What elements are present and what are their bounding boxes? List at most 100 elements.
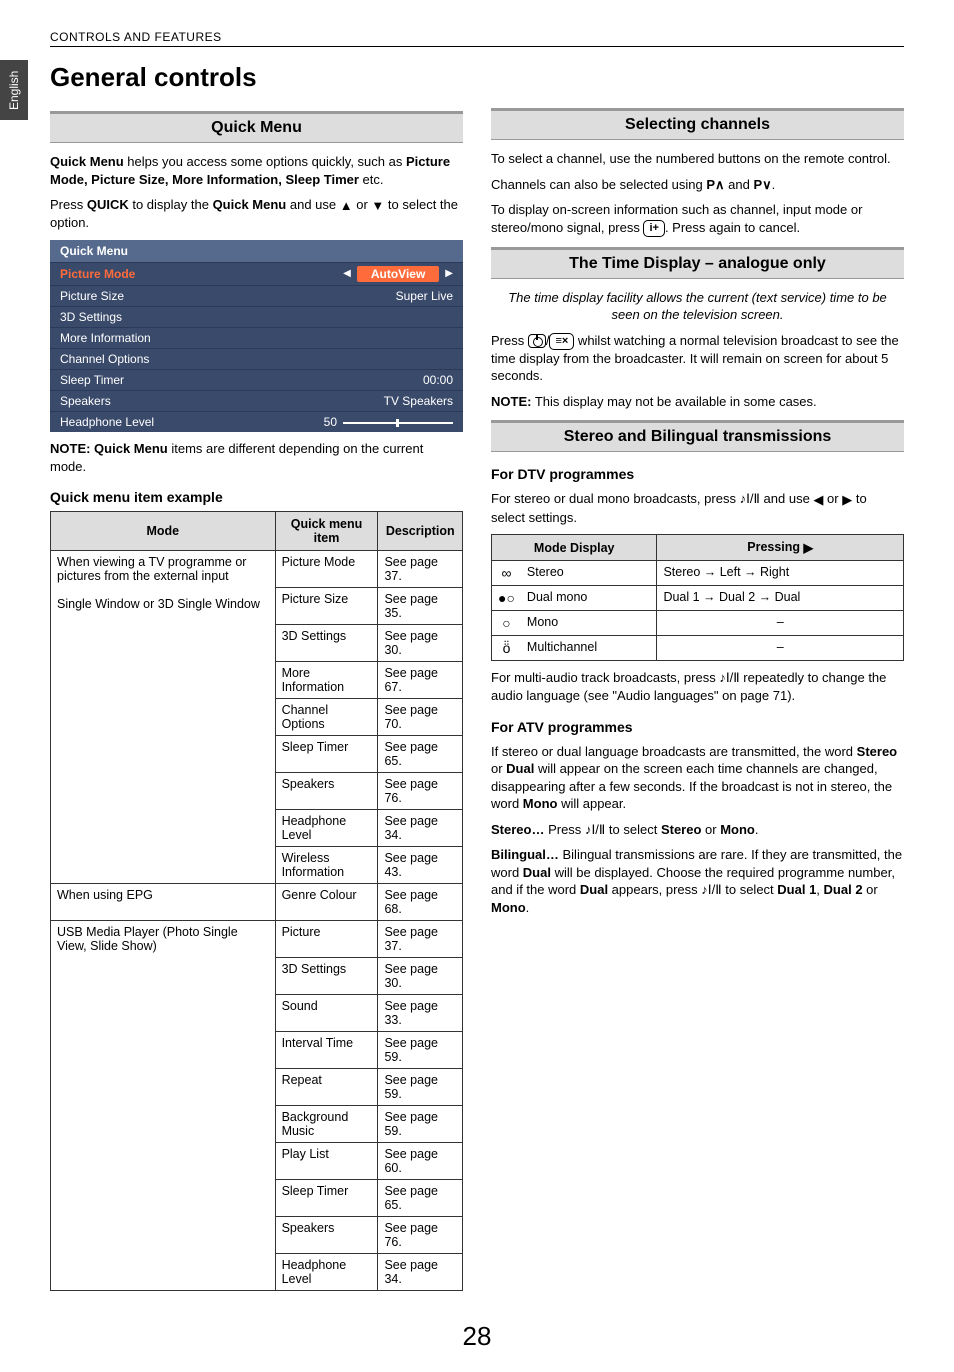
text: QUICK xyxy=(87,197,129,212)
text: Pressing xyxy=(747,540,800,554)
text: appears, press xyxy=(608,882,701,897)
osd-row-label: More Information xyxy=(60,331,151,345)
osd-row: Channel Options xyxy=(50,348,463,369)
section-time-display: The Time Display – analogue only xyxy=(491,247,904,279)
osd-row-label: Speakers xyxy=(60,394,111,408)
section-stereo-bilingual: Stereo and Bilingual transmissions xyxy=(491,420,904,452)
text: Mono xyxy=(523,796,558,811)
text: This display may not be available in som… xyxy=(531,394,816,409)
quick-menu-example-title: Quick menu item example xyxy=(50,489,463,505)
language-tab: English xyxy=(0,60,28,120)
osd-row: 3D Settings xyxy=(50,306,463,327)
desc-cell: See page 68. xyxy=(378,884,463,921)
section-selecting-channels: Selecting channels xyxy=(491,108,904,140)
dtv-heading: For DTV programmes xyxy=(491,466,904,482)
osd-header: Quick Menu xyxy=(50,240,463,262)
osd-row-value: ◀AutoView▶ xyxy=(343,266,453,282)
desc-cell: See page 59. xyxy=(378,1069,463,1106)
atv-p1: If stereo or dual language broadcasts ar… xyxy=(491,743,904,813)
table-row: ●○Dual monoDual 1 → Dual 2 → Dual xyxy=(492,586,904,611)
item-cell: Background Music xyxy=(275,1106,378,1143)
text: Bilingual… xyxy=(491,847,559,862)
text: NOTE: Quick Menu xyxy=(50,441,168,456)
desc-cell: See page 35. xyxy=(378,588,463,625)
item-cell: Interval Time xyxy=(275,1032,378,1069)
text: etc. xyxy=(359,172,384,187)
pressing-cell: Dual 1 → Dual 2 → Dual xyxy=(657,586,904,611)
desc-cell: See page 70. xyxy=(378,699,463,736)
text: P xyxy=(753,177,762,192)
text: Dual xyxy=(523,865,551,880)
text: Quick Menu xyxy=(50,154,124,169)
mode-cell: When using EPG xyxy=(51,884,276,921)
text: only xyxy=(788,255,825,272)
text: Press xyxy=(544,822,584,837)
item-cell: Repeat xyxy=(275,1069,378,1106)
item-cell: Sound xyxy=(275,995,378,1032)
item-cell: 3D Settings xyxy=(275,625,378,662)
desc-cell: See page 76. xyxy=(378,773,463,810)
clock-button-icon xyxy=(528,334,546,348)
item-cell: Sleep Timer xyxy=(275,1180,378,1217)
desc-cell: See page 34. xyxy=(378,1254,463,1291)
quick-menu-press-line: Press QUICK to display the Quick Menu an… xyxy=(50,196,463,232)
item-cell: 3D Settings xyxy=(275,958,378,995)
text: or xyxy=(491,761,506,776)
text: Stereo xyxy=(857,744,897,759)
text: P xyxy=(706,177,715,192)
text: to select xyxy=(605,822,661,837)
right-arrow-icon: ▶ xyxy=(445,268,453,279)
mode-display-table: Mode Display Pressing ∞StereoStereo → Le… xyxy=(491,534,904,661)
text: , xyxy=(816,882,823,897)
osd-row: More Information xyxy=(50,327,463,348)
text: If stereo or dual language broadcasts ar… xyxy=(491,744,857,759)
time-display-p1: Press /≡× whilst watching a normal telev… xyxy=(491,332,904,385)
selecting-p3: To display on-screen information such as… xyxy=(491,201,904,237)
osd-row: Picture SizeSuper Live xyxy=(50,285,463,306)
right-triangle-icon xyxy=(804,540,814,555)
quick-menu-table: Mode Quick menu item Description When vi… xyxy=(50,511,463,1291)
desc-cell: See page 76. xyxy=(378,1217,463,1254)
table-row: ∞StereoStereo → Left → Right xyxy=(492,561,904,586)
text: Mono xyxy=(491,900,526,915)
item-cell: Channel Options xyxy=(275,699,378,736)
osd-row: Picture Mode◀AutoView▶ xyxy=(50,262,463,285)
selecting-p2: Channels can also be selected using P∧ a… xyxy=(491,176,904,194)
stereo-icon: ∞ xyxy=(492,561,521,586)
item-cell: More Information xyxy=(275,662,378,699)
audio-mode-icon: ♪Ⅰ/Ⅱ xyxy=(585,822,605,837)
item-cell: Sleep Timer xyxy=(275,736,378,773)
item-cell: Wireless Information xyxy=(275,847,378,884)
osd-row-value: TV Speakers xyxy=(384,394,453,408)
text: Stereo xyxy=(661,822,701,837)
right-column: Selecting channels To select a channel, … xyxy=(491,62,904,1291)
text: Press xyxy=(491,333,528,348)
item-cell: Genre Colour xyxy=(275,884,378,921)
text: The Time Display – xyxy=(569,255,718,272)
osd-quick-menu: Quick Menu Picture Mode◀AutoView▶Picture… xyxy=(50,240,463,432)
left-column: General controls Quick Menu Quick Menu h… xyxy=(50,62,463,1291)
text: to select xyxy=(722,882,778,897)
th-pressing: Pressing xyxy=(657,535,904,561)
text: to display the xyxy=(129,197,213,212)
slider-icon xyxy=(343,422,453,424)
text: For multi-audio track broadcasts, press xyxy=(491,670,719,685)
bilingual-line: Bilingual… Bilingual transmissions are r… xyxy=(491,846,904,916)
text: or xyxy=(701,822,720,837)
info-button-icon: i+ xyxy=(643,220,664,237)
item-cell: Speakers xyxy=(275,1217,378,1254)
desc-cell: See page 33. xyxy=(378,995,463,1032)
mode-cell: USB Media Player (Photo Single View, Sli… xyxy=(51,921,276,1291)
desc-cell: See page 65. xyxy=(378,736,463,773)
time-display-italic: The time display facility allows the cur… xyxy=(501,289,894,324)
left-arrow-icon: ◀ xyxy=(343,268,351,279)
desc-cell: See page 59. xyxy=(378,1032,463,1069)
osd-value-text: 50 xyxy=(324,415,337,429)
text: and use xyxy=(286,197,340,212)
multi-icon: ö̈ xyxy=(492,636,521,661)
quick-menu-intro: Quick Menu helps you access some options… xyxy=(50,153,463,188)
text: Channels can also be selected using xyxy=(491,177,706,192)
th-mode: Mode xyxy=(51,512,276,551)
osd-row-value: 50 xyxy=(324,415,453,429)
text: and xyxy=(725,177,754,192)
